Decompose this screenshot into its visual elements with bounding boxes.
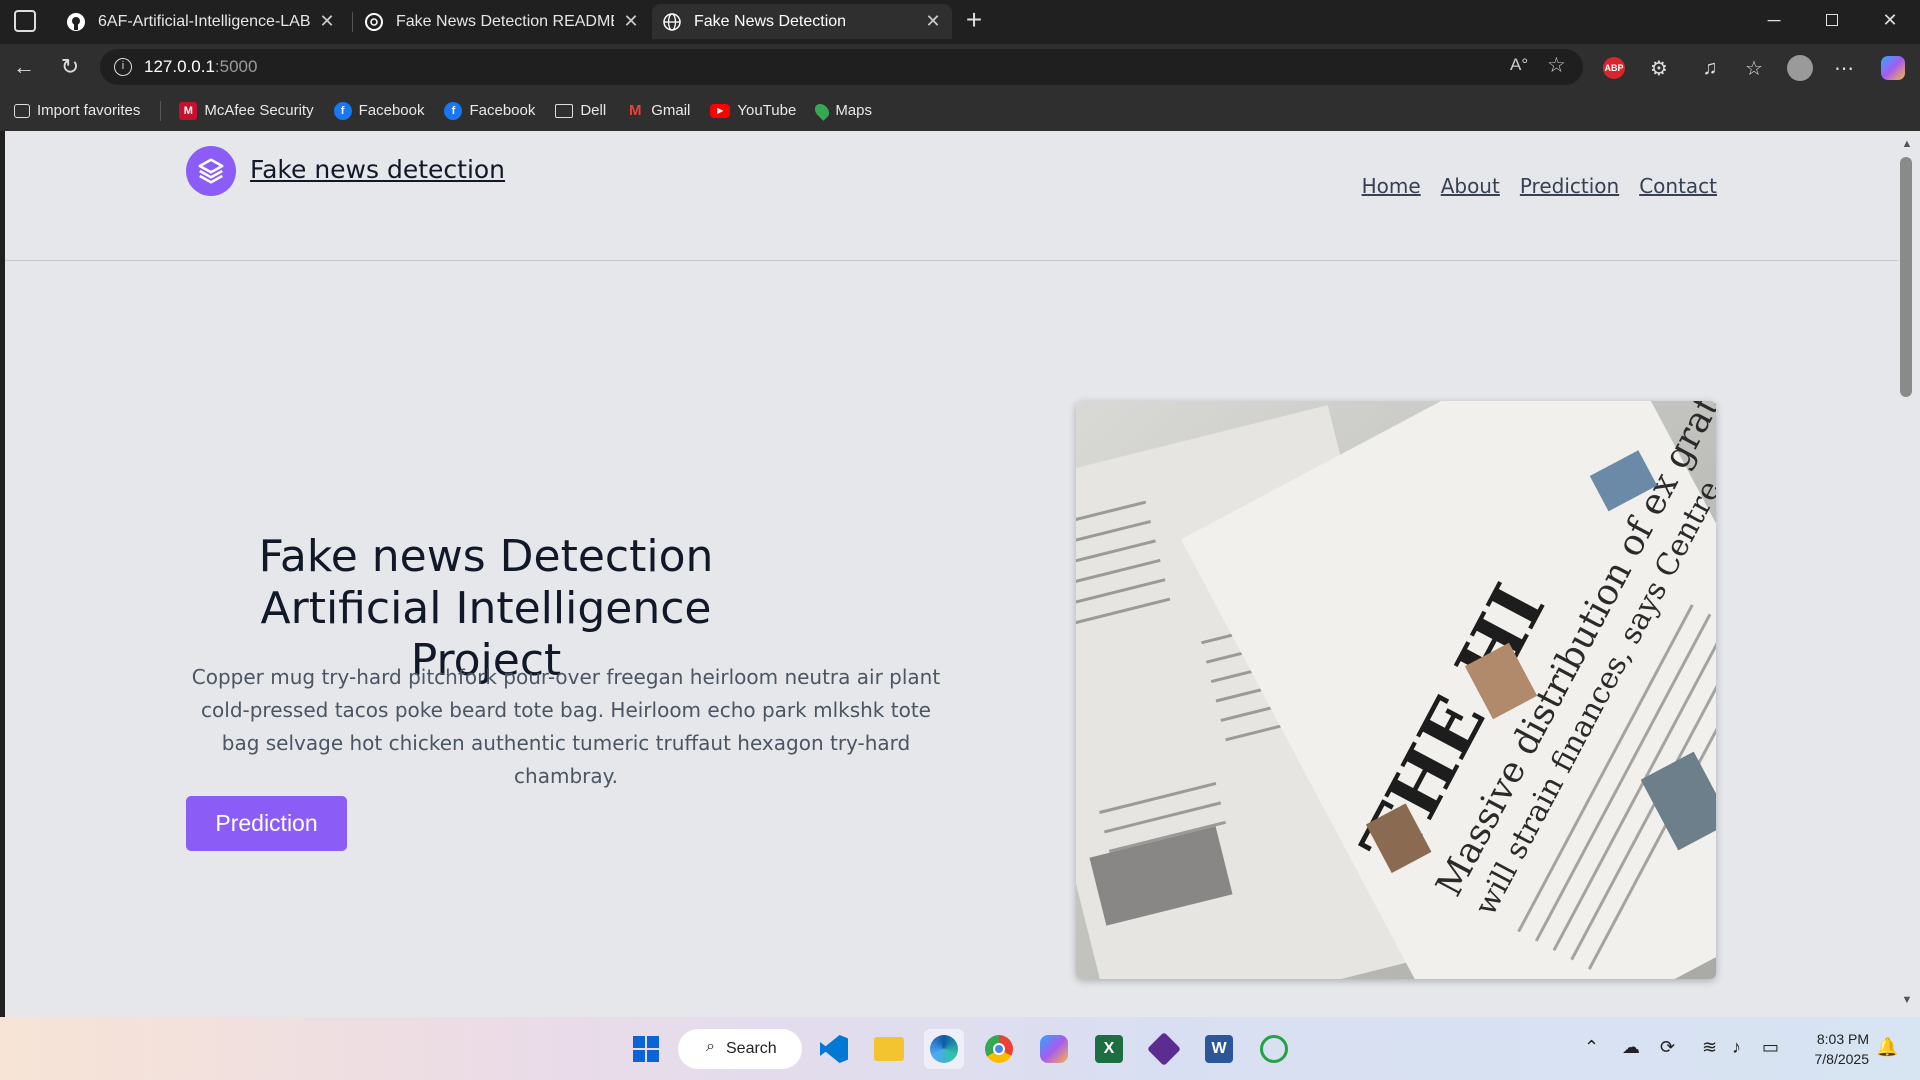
prediction-button[interactable]: Prediction: [186, 796, 347, 851]
tab-label: 6AF-Artificial-Intelligence-LAB_CS: [98, 12, 310, 30]
brand-link[interactable]: Fake news detection: [250, 155, 505, 184]
read-aloud-icon[interactable]: A°: [1510, 55, 1528, 75]
copilot-icon[interactable]: [1879, 54, 1907, 82]
address-bar[interactable]: i 127.0.0.1:5000 A° ☆: [100, 49, 1583, 85]
tab-github[interactable]: 6AF-Artificial-Intelligence-LAB_CS ✕: [56, 4, 346, 39]
adblock-icon[interactable]: ABP: [1600, 54, 1628, 82]
toolbar: ← ↻ i 127.0.0.1:5000 A° ☆ ABP ⚙ ♫ ☆ ⋯: [0, 44, 1920, 90]
refresh-button[interactable]: ↻: [52, 50, 88, 84]
bookmark-mcafee[interactable]: M McAfee Security: [179, 101, 314, 120]
maps-icon: [812, 100, 833, 121]
bookmark-youtube[interactable]: ▶ YouTube: [710, 102, 796, 119]
scroll-down-arrow[interactable]: ▼: [1900, 994, 1914, 1008]
bookmark-facebook[interactable]: f Facebook: [333, 101, 424, 120]
file-explorer-icon[interactable]: [869, 1029, 909, 1069]
close-icon[interactable]: ✕: [622, 11, 640, 32]
tab-label: Fake News Detection: [694, 12, 847, 30]
start-button[interactable]: [626, 1029, 666, 1069]
facebook-icon: f: [444, 101, 463, 120]
main-nav: Home About Prediction Contact: [1362, 174, 1717, 198]
close-icon[interactable]: ✕: [924, 11, 942, 32]
search-icon: ⌕: [706, 1038, 715, 1055]
import-icon: [14, 103, 30, 118]
whatsapp-icon[interactable]: [1254, 1029, 1294, 1069]
vscode-icon[interactable]: [814, 1029, 854, 1069]
battery-icon[interactable]: ▭: [1762, 1037, 1779, 1058]
new-tab-button[interactable]: +: [962, 4, 986, 36]
extensions-icon[interactable]: ⚙: [1645, 54, 1673, 82]
tab-actions-icon[interactable]: [14, 10, 36, 32]
bookmark-gmail[interactable]: M Gmail: [626, 102, 690, 120]
browser-chrome: 6AF-Artificial-Intelligence-LAB_CS ✕ Fak…: [0, 0, 1920, 131]
nav-home[interactable]: Home: [1362, 174, 1421, 198]
bookmark-facebook-2[interactable]: f Facebook: [444, 101, 535, 120]
youtube-icon: ▶: [710, 103, 731, 118]
restore-button[interactable]: [1806, 0, 1858, 40]
bookmark-dell[interactable]: Dell: [555, 102, 606, 119]
onedrive-icon[interactable]: ☁: [1622, 1037, 1640, 1058]
newspaper-image: THE HI Massive distribution of ex gratia…: [1076, 401, 1716, 979]
favorites-icon[interactable]: ☆: [1740, 54, 1768, 82]
copilot-app-icon[interactable]: [1034, 1029, 1074, 1069]
bookmark-maps[interactable]: Maps: [812, 100, 872, 121]
profile-avatar[interactable]: [1786, 54, 1814, 82]
word-icon[interactable]: W: [1199, 1029, 1239, 1069]
minimize-button[interactable]: ─: [1748, 0, 1800, 40]
scrollbar-thumb[interactable]: [1900, 157, 1912, 397]
tab-label: Fake News Detection README: [396, 12, 614, 30]
mcafee-icon: M: [179, 101, 198, 120]
visual-studio-icon[interactable]: [1144, 1029, 1184, 1069]
tab-fake-news[interactable]: Fake News Detection ✕: [652, 4, 952, 39]
nav-prediction[interactable]: Prediction: [1520, 174, 1619, 198]
facebook-icon: f: [333, 101, 352, 120]
notification-bell-icon[interactable]: 🔔: [1876, 1037, 1898, 1058]
openai-icon: [364, 12, 384, 32]
wifi-icon[interactable]: ≋: [1702, 1037, 1717, 1058]
media-icon[interactable]: ♫: [1696, 54, 1724, 82]
page-viewport: Fake news detection Home About Predictio…: [5, 131, 1898, 1017]
clock-time: 8:03 PM: [1816, 1031, 1869, 1047]
nav-about[interactable]: About: [1441, 174, 1500, 198]
site-header: Fake news detection Home About Predictio…: [5, 131, 1898, 261]
layers-logo-icon[interactable]: [186, 146, 236, 196]
bookmark-import-favorites[interactable]: Import favorites: [14, 102, 140, 119]
taskbar: ⌕ Search X W ⌃ ☁ ⟳ ≋ ♪ ▭ 8:03 PM 7/8/202…: [0, 1017, 1920, 1080]
address-port: :5000: [214, 57, 258, 76]
volume-icon[interactable]: ♪: [1732, 1037, 1741, 1058]
taskbar-search[interactable]: ⌕ Search: [678, 1029, 802, 1069]
bookmarks-bar: Import favorites M McAfee Security f Faceb…: [0, 90, 1920, 131]
folder-icon: [555, 103, 574, 118]
sync-icon[interactable]: ⟳: [1660, 1037, 1675, 1058]
hero-description: Copper mug try-hard pitchfork pour-over …: [191, 665, 941, 788]
gmail-icon: M: [628, 102, 642, 119]
site-info-icon[interactable]: i: [114, 58, 132, 76]
address-host: 127.0.0.1: [144, 57, 215, 76]
chrome-icon[interactable]: [979, 1029, 1019, 1069]
nav-contact[interactable]: Contact: [1639, 174, 1717, 198]
back-button[interactable]: ←: [6, 50, 42, 84]
excel-icon[interactable]: X: [1089, 1029, 1129, 1069]
more-menu-icon[interactable]: ⋯: [1830, 54, 1858, 82]
close-icon[interactable]: ✕: [318, 11, 336, 32]
edge-icon[interactable]: [924, 1029, 964, 1069]
hero-title-line1: Fake news Detection: [258, 531, 714, 582]
github-icon: [66, 12, 86, 32]
chevron-up-icon[interactable]: ⌃: [1584, 1037, 1599, 1058]
scroll-up-arrow[interactable]: ▲: [1900, 138, 1914, 152]
globe-icon: [662, 12, 682, 32]
clock-date: 7/8/2025: [1814, 1051, 1870, 1067]
tab-divider: [352, 12, 353, 32]
taskbar-clock[interactable]: 8:03 PM 7/8/2025: [1797, 1029, 1870, 1069]
close-window-button[interactable]: ✕: [1864, 0, 1916, 40]
favorite-star-icon[interactable]: ☆: [1547, 53, 1566, 78]
tab-readme[interactable]: Fake News Detection README ✕: [354, 4, 650, 39]
